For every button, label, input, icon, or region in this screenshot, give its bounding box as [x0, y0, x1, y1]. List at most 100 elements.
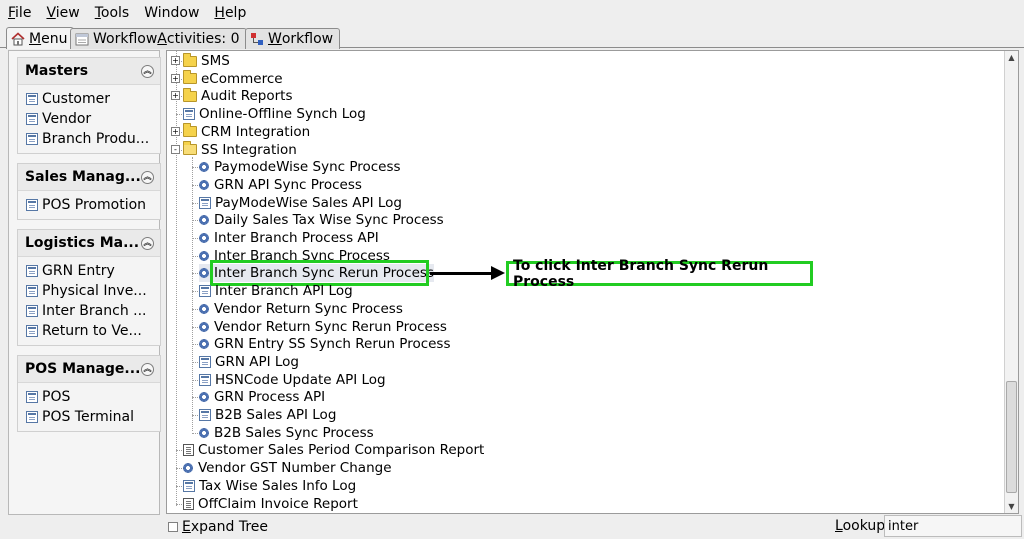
tree-item-audit-reports[interactable]: Audit Reports [183, 87, 292, 105]
bottom-bar: Expand Tree Lookup [166, 514, 1024, 539]
tree-item-hsncode-update-api-log[interactable]: HSNCode Update API Log [199, 371, 386, 389]
sidebar-item-return-to-vendor[interactable]: Return to Ve... [26, 321, 160, 341]
lookup-label: Lookup [835, 518, 886, 534]
tree-item-grn-process-api[interactable]: GRN Process API [199, 388, 325, 406]
scroll-thumb[interactable] [1006, 381, 1017, 493]
expand-icon[interactable]: + [171, 126, 180, 136]
form-icon [26, 113, 38, 125]
sidebar-item-grn-entry[interactable]: GRN Entry [26, 261, 160, 281]
expand-icon[interactable]: + [171, 91, 180, 101]
form-icon [199, 373, 211, 386]
form-icon [26, 285, 38, 297]
tree-item-vendor-return-sync-rerun-process[interactable]: Vendor Return Sync Rerun Process [199, 318, 447, 336]
tree-item-b2b-sales-sync-process[interactable]: B2B Sales Sync Process [199, 424, 374, 442]
form-icon [26, 305, 38, 317]
home-icon [11, 31, 25, 46]
expand-icon[interactable]: + [171, 56, 180, 65]
lookup-input[interactable] [884, 515, 1022, 537]
tree-item-paymodewise-sync-process[interactable]: PaymodeWise Sync Process [199, 158, 401, 176]
tree-item-grn-api-sync-process[interactable]: GRN API Sync Process [199, 176, 362, 194]
calendar-icon [75, 32, 89, 46]
tree-item-label: GRN API Sync Process [214, 176, 362, 193]
tree-item-label: Tax Wise Sales Info Log [199, 477, 357, 494]
expand-tree-label[interactable]: Expand Tree [182, 519, 268, 535]
tree-item-label: Vendor Return Sync Rerun Process [214, 318, 447, 335]
menu-help[interactable]: Help [214, 5, 246, 21]
scroll-down-icon[interactable]: ▼ [1005, 500, 1018, 513]
collapse-icon[interactable]: ︽ [141, 170, 154, 184]
tree-item-vendor-return-sync-process[interactable]: Vendor Return Sync Process [199, 300, 403, 318]
tree-item-crm-integration[interactable]: CRM Integration [183, 123, 310, 141]
folder-icon [183, 87, 197, 102]
annotation-arrow [430, 272, 494, 275]
section-pos-management: POS Manage... ︽ POS POS Terminal [17, 355, 161, 432]
section-header[interactable]: Masters ︽ [18, 58, 160, 84]
tab-workflow-activities[interactable]: Workflow Activities: 0 [70, 28, 247, 49]
tree-item-offclaim-invoice-report[interactable]: OffClaim Invoice Report [183, 495, 358, 513]
tree-item-paymodewise-sales-api-log[interactable]: PayModeWise Sales API Log [199, 194, 402, 212]
sidebar-item-inter-branch[interactable]: Inter Branch ... [26, 301, 160, 321]
section-header[interactable]: POS Manage... ︽ [18, 356, 160, 382]
gear-icon [199, 339, 209, 350]
tree-item-grn-entry-ss-synch-rerun-process[interactable]: GRN Entry SS Synch Rerun Process [199, 335, 451, 353]
tree-guide-line [176, 51, 177, 506]
sidebar-item-physical-inventory[interactable]: Physical Inve... [26, 281, 160, 301]
form-icon [26, 133, 38, 145]
gear-icon [199, 268, 209, 279]
form-icon [26, 411, 38, 423]
tree-item-label: PaymodeWise Sync Process [214, 159, 401, 176]
tree-item-label: Inter Branch API Log [215, 283, 353, 300]
tree-item-label: GRN Process API [214, 389, 326, 406]
tree-item-online-offline-synch-log[interactable]: Online-Offline Synch Log [183, 105, 366, 123]
collapse-icon[interactable]: ︽ [141, 236, 154, 250]
expand-icon[interactable]: + [171, 73, 180, 83]
tree-item-ss-integration[interactable]: SS Integration [183, 141, 297, 159]
section-header[interactable]: Logistics Ma... ︽ [18, 230, 160, 256]
tree-item-inter-branch-api-log[interactable]: Inter Branch API Log [199, 282, 353, 300]
menu-file[interactable]: File [8, 5, 31, 21]
collapse-icon[interactable]: ︽ [141, 362, 154, 376]
section-header[interactable]: Sales Manag... ︽ [18, 164, 160, 190]
sidebar-item-pos[interactable]: POS [26, 387, 160, 407]
tree-item-sms[interactable]: SMS [183, 52, 230, 70]
tree-item-label: PayModeWise Sales API Log [215, 194, 402, 211]
tree-item-b2b-sales-api-log[interactable]: B2B Sales API Log [199, 406, 336, 424]
section-body: GRN Entry Physical Inve... Inter Branch … [18, 256, 160, 345]
tree-item-ecommerce[interactable]: eCommerce [183, 70, 283, 88]
tree-item-label: Audit Reports [201, 88, 293, 105]
tree-item-tax-wise-sales-info-log[interactable]: Tax Wise Sales Info Log [183, 477, 356, 495]
form-icon [26, 325, 38, 337]
workflow-icon [250, 32, 264, 46]
tree-item-daily-sales-tax-wise-sync-process[interactable]: Daily Sales Tax Wise Sync Process [199, 211, 444, 229]
collapse-node-icon[interactable]: - [171, 144, 180, 154]
collapse-icon[interactable]: ︽ [141, 64, 154, 78]
gear-icon [199, 179, 209, 190]
tree-item-grn-api-log[interactable]: GRN API Log [199, 353, 299, 371]
form-icon [26, 199, 38, 211]
arrow-head-icon [491, 266, 505, 280]
tab-workflow[interactable]: Workflow [245, 28, 341, 49]
sidebar-item-pos-terminal[interactable]: POS Terminal [26, 407, 160, 427]
sidebar-item-customer[interactable]: Customer [26, 89, 160, 109]
scroll-up-icon[interactable]: ▲ [1005, 51, 1018, 64]
sidebar-item-pos-promotion[interactable]: POS Promotion [26, 195, 160, 215]
menu-view[interactable]: View [46, 5, 79, 21]
tree-item-label: Vendor Return Sync Process [214, 300, 403, 317]
gear-icon [199, 162, 209, 173]
sidebar-item-branch-product[interactable]: Branch Produ... [26, 129, 160, 149]
tree-item-label: Vendor GST Number Change [198, 460, 392, 477]
sidebar-item-vendor[interactable]: Vendor [26, 109, 160, 129]
tree-item-inter-branch-process-api[interactable]: Inter Branch Process API [199, 229, 379, 247]
form-icon [26, 93, 38, 105]
tree-item-vendor-gst-number-change[interactable]: Vendor GST Number Change [183, 459, 392, 477]
tree-item-customer-sales-period-comparison-report[interactable]: Customer Sales Period Comparison Report [183, 441, 484, 459]
tree-item-label: SMS [201, 53, 230, 69]
expand-tree-checkbox[interactable] [168, 521, 178, 532]
gear-icon [199, 215, 209, 226]
menu-tools[interactable]: Tools [95, 5, 130, 21]
form-icon [26, 265, 38, 277]
tab-menu[interactable]: Menu [6, 27, 75, 49]
annotation-callout: To click Inter Branch Sync Rerun Process [506, 258, 813, 290]
tree-scrollbar[interactable]: ▲ ▼ [1004, 51, 1018, 513]
menu-window[interactable]: Window [144, 5, 199, 21]
